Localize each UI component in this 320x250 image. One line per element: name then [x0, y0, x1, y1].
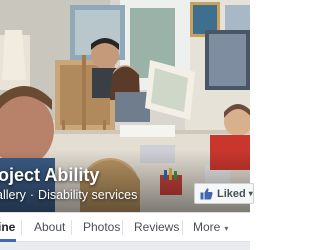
tab-divider [122, 220, 123, 235]
page-categories: allery·Disability services [0, 188, 137, 202]
category-separator: · [29, 188, 35, 202]
tab-timeline-label: ine [0, 220, 16, 234]
page-background [0, 242, 250, 250]
category-link-gallery[interactable]: allery [0, 188, 26, 202]
tab-timeline[interactable]: ine [0, 213, 16, 242]
tab-divider [71, 220, 72, 235]
tab-reviews[interactable]: Reviews [134, 213, 179, 241]
tab-more-label: More [193, 220, 221, 234]
liked-button-label: Liked [217, 187, 246, 200]
tab-divider [182, 220, 183, 235]
tab-photos[interactable]: Photos [83, 213, 120, 241]
tab-about[interactable]: About [34, 213, 65, 241]
page-title[interactable]: oject Ability [0, 165, 99, 186]
category-link-disability-services[interactable]: Disability services [38, 188, 137, 202]
chevron-down-icon: ▾ [224, 224, 229, 233]
chevron-down-icon: ▾ [248, 189, 253, 198]
tab-divider [21, 220, 22, 235]
liked-button[interactable]: Liked ▾ [194, 183, 254, 204]
thumbs-up-icon [200, 187, 213, 200]
page-tabs: ine About Photos Reviews More▾ [0, 212, 250, 242]
tab-more[interactable]: More ▾ [193, 213, 228, 241]
